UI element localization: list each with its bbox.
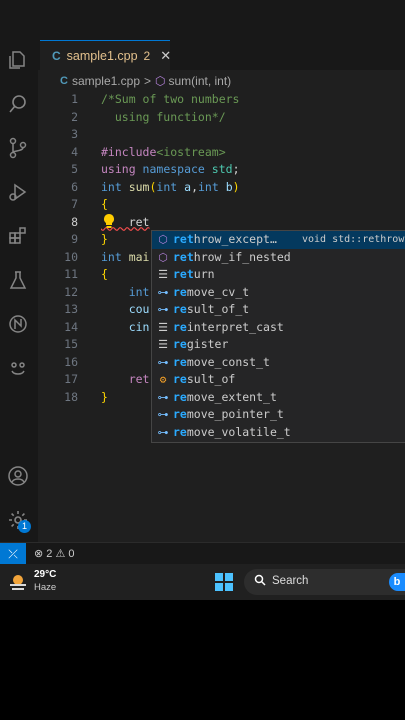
keyword-icon: ☰ [158, 320, 168, 334]
breadcrumb: C sample1.cpp > ⬡ sum(int, int) [60, 72, 231, 90]
variable-icon: ⊶ [157, 285, 169, 299]
weather-condition[interactable]: Haze [34, 582, 56, 593]
code-line-17-text: ret [101, 372, 150, 386]
variable-icon: ⊶ [157, 390, 169, 404]
remote-indicator-icon[interactable]: ⤫ [0, 543, 26, 565]
suggestion-label: remove_volatile_t [173, 424, 291, 439]
class-icon: ⚙ [159, 373, 167, 386]
copilot-icon[interactable] [6, 356, 30, 380]
breadcrumb-separator: > [144, 74, 152, 88]
code-line-11-text: { [101, 267, 108, 281]
line-number: 15 [64, 337, 78, 351]
suggestion-item[interactable]: ⬡ rethrow_except… void std::rethrow [152, 231, 405, 249]
search-label: Search [272, 575, 309, 587]
code-line-6-text: int sum(int a,int b) [101, 179, 240, 194]
remote-explorer-icon[interactable] [6, 312, 30, 336]
code-line-1-text: /*Sum of two numbers [101, 92, 240, 106]
variable-icon: ⊶ [157, 303, 169, 316]
suggestion-label: remove_const_t [173, 354, 270, 369]
suggestion-label: result_of [173, 372, 236, 386]
code-line-5-text: using namespace std; [101, 162, 240, 176]
windows-start-icon[interactable] [215, 573, 233, 591]
suggestion-item[interactable]: ⬡ rethrow_if_nested [152, 249, 405, 267]
account-icon[interactable] [6, 464, 30, 488]
variable-icon: ⊶ [157, 355, 169, 369]
method-cube-icon: ⬡ [155, 74, 166, 88]
keyword-icon: ☰ [158, 268, 168, 281]
explorer-icon[interactable] [6, 48, 30, 72]
source-control-icon[interactable] [6, 136, 30, 160]
keyword-icon: ☰ [158, 338, 168, 351]
tab-problems-count: 2 [143, 49, 151, 63]
lightbulb-icon[interactable] [102, 213, 118, 229]
suggestion-item[interactable]: ⚙ result_of [152, 371, 405, 389]
suggestion-label: rethrow_if_nested [173, 249, 291, 264]
suggestion-item[interactable]: ⊶ remove_pointer_t [152, 406, 405, 424]
status-bar: ⤫ ⊗ 2 ⚠ 0 [0, 542, 405, 565]
tab-filename: sample1.cpp [66, 49, 138, 63]
extensions-icon[interactable] [6, 224, 30, 248]
suggestion-item[interactable]: ☰ register [152, 336, 405, 354]
code-line[interactable]: 3 [38, 126, 405, 144]
cpp-file-icon: C [52, 49, 61, 63]
code-line-13-text: cou [101, 302, 150, 316]
suggestion-label: remove_cv_t [173, 284, 250, 299]
close-icon[interactable]: ✕ [160, 48, 171, 64]
search-icon[interactable] [6, 92, 30, 116]
variable-icon: ⊶ [157, 408, 169, 421]
suggestion-label: reinterpret_cast [173, 319, 284, 334]
cpp-file-icon: C [60, 75, 68, 87]
code-line-7-text: { [101, 197, 108, 211]
line-number: 3 [71, 127, 78, 141]
weather-haze-icon[interactable] [8, 572, 28, 592]
cube-icon: ⬡ [158, 233, 168, 246]
code-line-18-text: } [101, 389, 108, 404]
error-icon: ⊗ [34, 548, 44, 560]
suggestion-item[interactable]: ⊶ remove_cv_t [152, 284, 405, 302]
suggestion-item[interactable]: ⊶ remove_extent_t [152, 389, 405, 407]
variable-icon: ⊶ [157, 425, 169, 439]
suggestion-label: rethrow_except… [173, 232, 277, 246]
suggestion-detail: void std::rethrow [302, 234, 405, 245]
run-debug-icon[interactable] [6, 180, 30, 204]
breadcrumb-file[interactable]: sample1.cpp [72, 74, 140, 88]
line-number: 16 [64, 354, 78, 369]
title-bar [0, 0, 405, 40]
warning-icon: ⚠ [55, 548, 66, 560]
code-line-2-text: using function*/ [101, 109, 226, 124]
testing-icon[interactable] [6, 268, 30, 292]
code-line-14-text: cin [101, 319, 150, 334]
search-icon [254, 574, 266, 589]
suggestion-label: result_of_t [173, 302, 250, 316]
code-line-10-text: int mai [101, 249, 150, 264]
settings-badge: 1 [18, 520, 31, 533]
weather-temp[interactable]: 29°C [34, 569, 56, 580]
windows-taskbar: 29°C Haze Search b [0, 564, 405, 600]
suggestion-label: remove_pointer_t [173, 407, 284, 421]
taskbar-search[interactable]: Search b [244, 569, 405, 595]
problems-indicator[interactable]: ⊗ 2 ⚠ 0 [34, 543, 75, 565]
suggestion-item[interactable]: ⊶ remove_volatile_t [152, 424, 405, 442]
suggestion-item[interactable]: ⊶ remove_const_t [152, 354, 405, 372]
activity-bar [0, 40, 38, 542]
code-line-12-text: int [101, 284, 150, 299]
suggestion-item[interactable]: ☰ reinterpret_cast [152, 319, 405, 337]
suggestion-label: register [173, 337, 229, 351]
cube-icon: ⬡ [158, 250, 168, 264]
tab-bar: C sample1.cpp 2 ✕ [38, 40, 405, 71]
suggestion-label: remove_extent_t [173, 389, 277, 404]
tab-sample1-cpp[interactable]: C sample1.cpp 2 ✕ [40, 40, 171, 71]
code-line-9-text: } [101, 232, 108, 246]
breadcrumb-symbol[interactable]: sum(int, int) [169, 74, 232, 88]
bing-icon[interactable]: b [389, 573, 405, 591]
suggestion-widget[interactable]: ⬡ rethrow_except… void std::rethrow ⬡ rethro… [151, 230, 405, 443]
code-line-4-text: #include<iostream> [101, 144, 226, 159]
suggestion-item[interactable]: ⊶ result_of_t [152, 301, 405, 319]
suggestion-item[interactable]: ☰ return [152, 266, 405, 284]
suggestion-label: return [173, 267, 215, 281]
